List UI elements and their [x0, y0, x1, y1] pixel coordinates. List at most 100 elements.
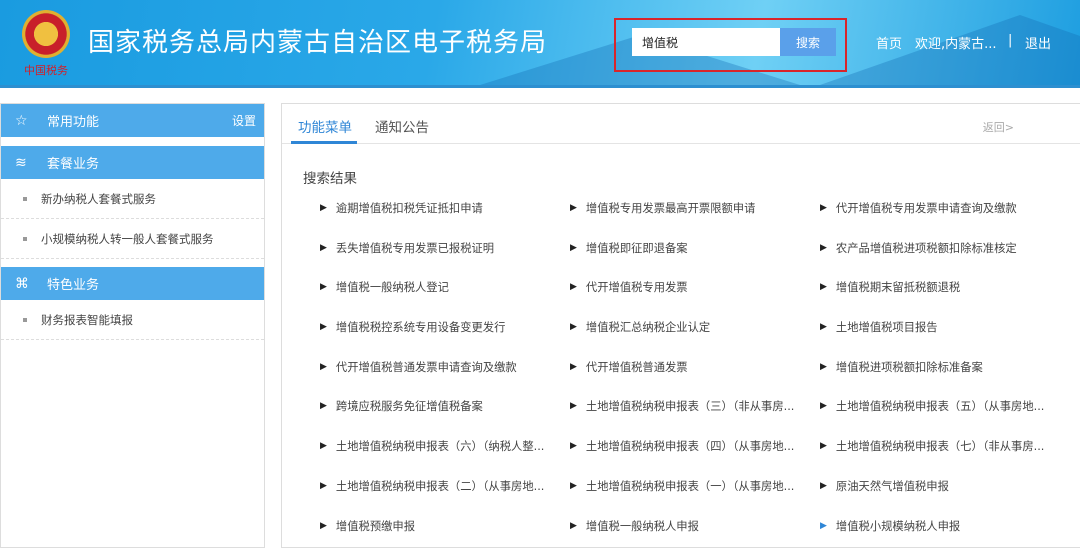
back-link[interactable]: 返回> — [983, 119, 1014, 135]
triangle-right-icon: ▶ — [820, 320, 827, 335]
header: 中国税务 国家税务总局内蒙古自治区电子税务局 搜索 首页 欢迎,内蒙古... |… — [0, 0, 1080, 88]
result-label: 增值税预缴申报 — [336, 519, 415, 534]
logout-link[interactable]: 退出 — [1025, 33, 1051, 52]
search-input[interactable] — [632, 28, 782, 56]
result-link[interactable]: ▶ 土地增值税纳税申报表（七）（非从事房... — [820, 439, 1070, 479]
result-label: 增值税期末留抵税额退税 — [836, 280, 960, 295]
result-link[interactable]: ▶增值税即征即退备案 — [570, 241, 820, 281]
star-icon: ☆ — [15, 113, 35, 129]
result-link[interactable]: ▶ 土地增值税纳税申报表（二）（从事房地... — [320, 479, 570, 519]
result-link[interactable]: ▶ 代开增值税普通发票申请查询及缴款 — [320, 360, 570, 400]
result-link[interactable]: ▶ 土地增值税项目报告 — [820, 320, 1070, 360]
triangle-right-icon: ▶ — [570, 399, 577, 414]
result-link[interactable]: ▶ 土地增值税纳税申报表（四）（从事房地... — [570, 439, 820, 479]
result-link[interactable]: ▶ 增值税一般纳税人登记 — [320, 280, 570, 320]
sidebar-item-label: 新办纳税人套餐式服务 — [41, 191, 156, 207]
result-label: 跨境应税服务免征增值税备案 — [336, 399, 483, 414]
result-label: 原油天然气增值税申报 — [836, 479, 949, 494]
result-label: 代开增值税专用发票 — [586, 280, 688, 295]
result-link[interactable]: ▶ 代开增值税普通发票 — [570, 360, 820, 400]
result-link[interactable]: ▶ 增值税税控系统专用设备变更发行 — [320, 320, 570, 360]
triangle-right-icon: ▶ — [820, 201, 827, 216]
triangle-right-icon: ▶ — [820, 479, 827, 494]
result-label: 土地增值税纳税申报表（四）（从事房地... — [586, 439, 794, 454]
result-label: 代开增值税普通发票申请查询及缴款 — [336, 360, 517, 375]
result-label: 增值税一般纳税人申报 — [586, 519, 699, 534]
search-box: 搜索 — [614, 18, 847, 72]
sidebar-item[interactable]: 财务报表智能填报 — [1, 300, 264, 340]
result-label: 土地增值税纳税申报表（二）（从事房地... — [336, 479, 544, 494]
result-label: 土地增值税纳税申报表（一）（从事房地... — [586, 479, 794, 494]
home-link[interactable]: 首页 — [876, 33, 902, 52]
active-tab-indicator — [291, 141, 357, 144]
triangle-right-icon: ▶ — [570, 241, 577, 256]
result-link[interactable]: ▶ 农产品增值税进项税额扣除标准核定 — [820, 241, 1070, 281]
result-label: 农产品增值税进项税额扣除标准核定 — [836, 241, 1017, 256]
triangle-right-icon: ▶ — [570, 479, 577, 494]
triangle-right-icon: ▶ — [320, 320, 327, 335]
sidebar-special-header[interactable]: ⌘ 特色业务 — [1, 267, 264, 300]
triangle-right-icon: ▶ — [320, 360, 327, 375]
result-label: 土地增值税纳税申报表（三）（非从事房... — [586, 399, 794, 414]
triangle-right-icon: ▶ — [820, 439, 827, 454]
triangle-right-icon: ▶ — [570, 201, 577, 216]
result-label: 增值税进项税额扣除标准备案 — [836, 360, 983, 375]
result-link[interactable]: ▶增值税小规模纳税人申报 — [820, 519, 1070, 558]
result-link[interactable]: ▶ 代开增值税专用发票申请查询及缴款 — [820, 201, 1070, 241]
triangle-right-icon: ▶ — [820, 360, 827, 375]
result-link[interactable]: ▶ 土地增值税纳税申报表（六）（纳税人整... — [320, 439, 570, 479]
search-button[interactable]: 搜索 — [780, 28, 836, 56]
sidebar-item[interactable]: 新办纳税人套餐式服务 — [1, 179, 264, 219]
result-label: 增值税一般纳税人登记 — [336, 280, 449, 295]
tax-emblem-logo — [22, 10, 70, 58]
triangle-right-icon: ▶ — [320, 280, 327, 295]
triangle-right-icon: ▶ — [570, 439, 577, 454]
triangle-right-icon: ▶ — [320, 479, 327, 494]
tab-notices[interactable]: 通知公告 — [375, 116, 429, 136]
emblem-text: 中国税务 — [24, 62, 68, 78]
result-label: 增值税专用发票最高开票限额申请 — [586, 201, 755, 216]
triangle-right-icon: ▶ — [820, 241, 827, 256]
result-link[interactable]: ▶ 原油天然气增值税申报 — [820, 479, 1070, 519]
result-label: 增值税汇总纳税企业认定 — [586, 320, 710, 335]
triangle-right-icon: ▶ — [320, 201, 327, 216]
sidebar-common-label: 常用功能 — [47, 111, 99, 130]
result-label: 土地增值税项目报告 — [836, 320, 938, 335]
result-link[interactable]: ▶ 跨境应税服务免征增值税备案 — [320, 399, 570, 439]
sidebar: ☆ 常用功能 设置 ≋ 套餐业务 新办纳税人套餐式服务 小规模纳税人转一般人套餐… — [0, 103, 265, 548]
tab-bar: 功能菜单 通知公告 返回> — [282, 104, 1080, 144]
triangle-right-icon: ▶ — [570, 519, 577, 534]
triangle-right-icon: ▶ — [320, 439, 327, 454]
result-label: 土地增值税纳税申报表（六）（纳税人整... — [336, 439, 544, 454]
result-label: 代开增值税专用发票申请查询及缴款 — [836, 201, 1017, 216]
result-link[interactable]: ▶ 土地增值税纳税申报表（三）（非从事房... — [570, 399, 820, 439]
result-label: 增值税税控系统专用设备变更发行 — [336, 320, 505, 335]
tab-function-menu[interactable]: 功能菜单 — [298, 116, 352, 136]
welcome-user[interactable]: 欢迎,内蒙古... — [915, 33, 997, 52]
result-link[interactable]: ▶ 土地增值税纳税申报表（一）（从事房地... — [570, 479, 820, 519]
result-link[interactable]: ▶ 增值税专用发票最高开票限额申请 — [570, 201, 820, 241]
result-label: 代开增值税普通发票 — [586, 360, 688, 375]
result-label: 土地增值税纳税申报表（七）（非从事房... — [836, 439, 1044, 454]
sidebar-common-header[interactable]: ☆ 常用功能 设置 — [1, 104, 264, 137]
result-link[interactable]: ▶增值税预缴申报 — [320, 519, 570, 558]
settings-link[interactable]: 设置 — [232, 112, 256, 129]
triangle-right-icon: ▶ — [320, 399, 327, 414]
result-label: 逾期增值税扣税凭证抵扣申请 — [336, 201, 483, 216]
result-link[interactable]: ▶ 代开增值税专用发票 — [570, 280, 820, 320]
result-link[interactable]: ▶ 增值税汇总纳税企业认定 — [570, 320, 820, 360]
triangle-right-icon: ▶ — [570, 360, 577, 375]
result-link[interactable]: ▶ 增值税进项税额扣除标准备案 — [820, 360, 1070, 400]
result-link[interactable]: ▶ 逾期增值税扣税凭证抵扣申请 — [320, 201, 570, 241]
sidebar-package-header[interactable]: ≋ 套餐业务 — [1, 146, 264, 179]
result-link[interactable]: ▶增值税期末留抵税额退税 — [820, 280, 1070, 320]
triangle-right-icon: ▶ — [320, 241, 327, 256]
result-link[interactable]: ▶土地增值税纳税申报表（五）（从事房地... — [820, 399, 1070, 439]
site-title: 国家税务总局内蒙古自治区电子税务局 — [88, 22, 547, 59]
sidebar-item[interactable]: 小规模纳税人转一般人套餐式服务 — [1, 219, 264, 259]
result-link[interactable]: ▶ 增值税一般纳税人申报 — [570, 519, 820, 558]
triangle-right-icon: ▶ — [570, 320, 577, 335]
nav-separator: | — [1008, 33, 1012, 48]
result-link[interactable]: ▶丢失增值税专用发票已报税证明 — [320, 241, 570, 281]
triangle-right-icon: ▶ — [570, 280, 577, 295]
